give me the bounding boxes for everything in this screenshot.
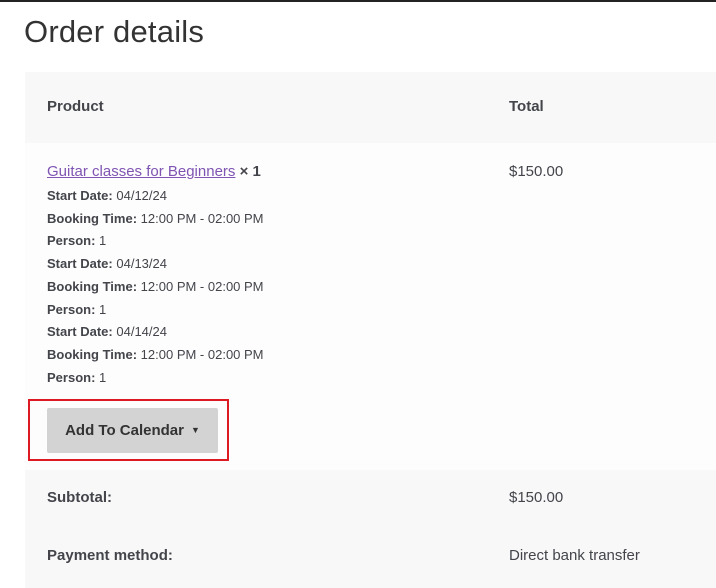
item-meta-key: Start Date: bbox=[47, 324, 113, 340]
item-meta-key: Person: bbox=[47, 233, 96, 249]
item-meta-key: Person: bbox=[47, 369, 96, 385]
header-product: Product bbox=[47, 98, 104, 115]
item-meta-value: 12:00 PM - 02:00 PM bbox=[140, 346, 264, 362]
product-cell: Guitar classes for Beginners × 1 Start D… bbox=[47, 162, 264, 389]
item-meta-row: Start Date: 04/13/24 bbox=[47, 253, 264, 276]
item-meta-value: 04/12/24 bbox=[116, 188, 167, 203]
item-meta-key: Start Date: bbox=[47, 256, 113, 272]
item-meta-list: Start Date: 04/12/24 Booking Time: 12:00 … bbox=[47, 185, 264, 389]
item-meta-value: 04/14/24 bbox=[116, 324, 167, 340]
item-meta-value: 12:00 PM - 02:00 PM bbox=[140, 278, 264, 294]
item-meta-key: Start Date: bbox=[47, 188, 113, 203]
item-meta-value: 1 bbox=[99, 301, 107, 317]
item-meta-row: Booking Time: 12:00 PM - 02:00 PM bbox=[47, 276, 264, 299]
payment-method-row: Payment method: Direct bank transfer bbox=[25, 528, 716, 588]
product-line: Guitar classes for Beginners × 1 bbox=[47, 162, 264, 182]
product-quantity: × 1 bbox=[239, 163, 261, 180]
item-meta-row: Person: 1 bbox=[47, 230, 264, 253]
item-meta-row: Person: 1 bbox=[47, 299, 264, 322]
item-meta-value: 12:00 PM - 02:00 PM bbox=[140, 210, 264, 226]
header-total: Total bbox=[509, 98, 544, 115]
item-meta-row: Person: 1 bbox=[47, 367, 264, 390]
item-total: $150.00 bbox=[509, 163, 564, 180]
item-meta-key: Booking Time: bbox=[47, 346, 138, 362]
payment-method-value: Direct bank transfer bbox=[509, 547, 640, 564]
item-meta-key: Booking Time: bbox=[47, 210, 138, 226]
table-row: Guitar classes for Beginners × 1 Start D… bbox=[25, 143, 716, 470]
item-meta-row: Start Date: 04/14/24 bbox=[47, 321, 264, 344]
subtotal-row: Subtotal: $150.00 bbox=[25, 470, 716, 528]
subtotal-value: $150.00 bbox=[509, 489, 564, 506]
item-meta-row: Start Date: 04/12/24 bbox=[47, 185, 264, 208]
item-meta-row: Booking Time: 12:00 PM - 02:00 PM bbox=[47, 208, 264, 231]
order-details-table: Product Total Guitar classes for Beginne… bbox=[25, 72, 716, 588]
page-title: Order details bbox=[24, 14, 205, 49]
item-meta-key: Booking Time: bbox=[47, 278, 138, 294]
item-meta-value: 04/13/24 bbox=[116, 256, 167, 272]
item-meta-value: 1 bbox=[99, 369, 107, 385]
item-meta-value: 1 bbox=[99, 233, 107, 249]
product-link[interactable]: Guitar classes for Beginners bbox=[47, 163, 235, 180]
item-meta-key: Person: bbox=[47, 301, 96, 317]
add-to-calendar-button[interactable]: Add To Calendar ▼ bbox=[47, 408, 218, 453]
payment-method-label: Payment method: bbox=[47, 547, 173, 564]
top-border bbox=[0, 0, 716, 2]
add-to-calendar-label: Add To Calendar bbox=[65, 422, 184, 439]
table-header: Product Total bbox=[25, 72, 716, 143]
item-meta-row: Booking Time: 12:00 PM - 02:00 PM bbox=[47, 344, 264, 367]
caret-down-icon: ▼ bbox=[190, 425, 200, 435]
subtotal-label: Subtotal: bbox=[47, 489, 112, 506]
